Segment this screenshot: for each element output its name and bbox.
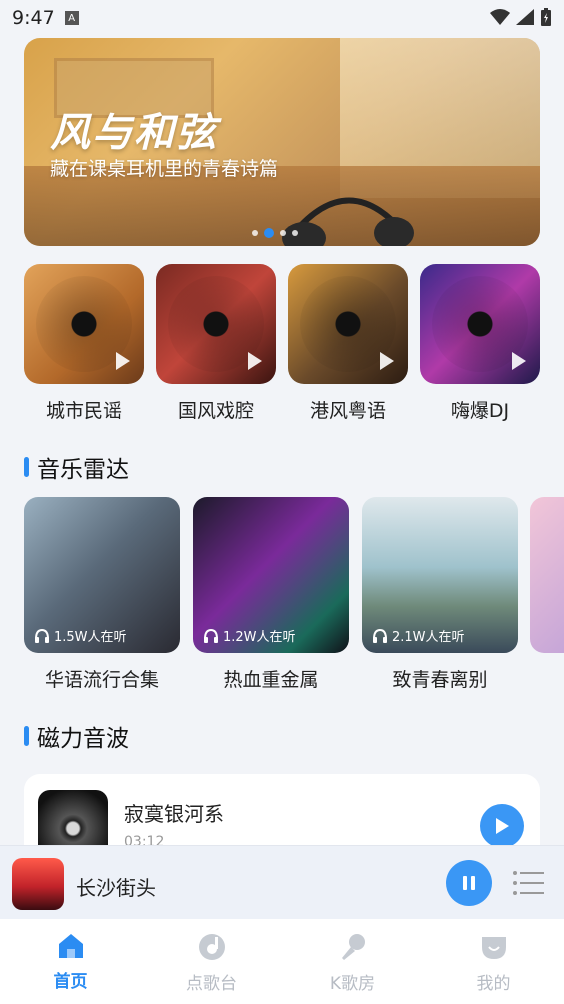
profile-icon — [481, 937, 506, 959]
play-icon — [116, 352, 130, 370]
category-dj[interactable]: 嗨爆DJ — [420, 264, 540, 423]
status-icons — [490, 8, 552, 26]
banner-dot[interactable] — [280, 230, 286, 236]
radar-card-mandopop[interactable]: 1.5W人在听 华语流行合集 — [24, 497, 180, 692]
category-label: 国风戏腔 — [177, 400, 254, 422]
wifi-icon — [490, 9, 510, 25]
section-title: 磁力音波 — [37, 726, 129, 752]
battery-icon — [541, 8, 551, 26]
nav-label: 首页 — [53, 972, 88, 992]
category-cover — [24, 264, 144, 384]
radar-card-youth[interactable]: 2.1W人在听 致青春离别 — [362, 497, 518, 692]
now-playing-cover — [12, 858, 64, 910]
nav-label: 我的 — [476, 974, 511, 994]
play-icon — [496, 818, 509, 834]
hero-banner[interactable]: 风与和弦 藏在课桌耳机里的青春诗篇 — [24, 38, 540, 246]
signal-icon — [516, 9, 534, 25]
category-label: 嗨爆DJ — [450, 400, 510, 422]
app-notification-icon: A — [64, 11, 79, 25]
section-title: 音乐雷达 — [37, 457, 129, 483]
category-cantonese[interactable]: 港风粤语 — [288, 264, 408, 423]
category-cover — [288, 264, 408, 384]
playlist-icon — [513, 871, 544, 895]
listener-count: 1.5W人在听 — [34, 626, 127, 645]
radar-cover: 2.1W人在听 — [362, 497, 518, 653]
listener-count: 2.1W人在听 — [372, 626, 465, 645]
radar-cover: 1.5W人在听 — [24, 497, 180, 653]
radar-cover: 1.2W人在听 — [193, 497, 349, 653]
category-cover — [156, 264, 276, 384]
listener-count-text: 1.2W人在听 — [223, 630, 296, 645]
banner-dot[interactable] — [252, 230, 258, 236]
bottom-nav: 首页 点歌台 K歌房 我的 — [0, 919, 564, 1004]
pause-button[interactable] — [446, 860, 492, 906]
section-header-magnetic: 磁力音波 — [24, 719, 129, 753]
nav-mine[interactable]: 我的 — [423, 919, 564, 1004]
category-label: 港风粤语 — [309, 400, 386, 422]
section-accent-bar — [24, 726, 29, 746]
category-label: 城市民谣 — [45, 400, 122, 422]
listener-count: 1.2W人在听 — [203, 626, 296, 645]
mini-player[interactable]: 长沙街头 — [0, 845, 564, 919]
status-time: 9:47 — [12, 7, 55, 29]
radar-label: 热血重金属 — [223, 669, 319, 691]
nav-label: 点歌台 — [186, 974, 237, 994]
radar-card-metal[interactable]: 1.2W人在听 热血重金属 — [193, 497, 349, 692]
banner-title: 风与和弦 — [50, 110, 218, 156]
category-cover — [420, 264, 540, 384]
listener-count-text: 2.1W人在听 — [392, 630, 465, 645]
status-bar: 9:47 A — [0, 0, 564, 36]
banner-pagination[interactable] — [252, 228, 298, 238]
headphones-icon — [35, 628, 49, 643]
home-icon — [58, 934, 83, 958]
radar-label: 致青春离别 — [392, 669, 488, 691]
pause-icon — [463, 876, 475, 890]
play-icon — [380, 352, 394, 370]
now-playing-title: 长沙街头 — [76, 876, 156, 900]
banner-dot-active[interactable] — [264, 228, 274, 238]
nav-song-station[interactable]: 点歌台 — [141, 919, 282, 1004]
category-opera[interactable]: 国风戏腔 — [156, 264, 276, 423]
section-header-radar: 音乐雷达 — [24, 450, 129, 484]
banner-subtitle: 藏在课桌耳机里的青春诗篇 — [50, 158, 279, 180]
disc-icon — [198, 934, 225, 960]
headphones-icon — [204, 628, 218, 643]
radar-label: 华语流行合集 — [44, 669, 159, 691]
listener-count-text: 1.5W人在听 — [54, 630, 127, 645]
category-city-folk[interactable]: 城市民谣 — [24, 264, 144, 423]
playlist-button[interactable] — [512, 870, 544, 900]
microphone-icon — [341, 934, 365, 960]
section-accent-bar — [24, 457, 29, 477]
track-title: 寂寞银河系 — [124, 802, 224, 826]
nav-home[interactable]: 首页 — [0, 919, 141, 1004]
nav-k-room[interactable]: K歌房 — [282, 919, 423, 1004]
banner-dot[interactable] — [292, 230, 298, 236]
track-play-button[interactable] — [480, 804, 524, 848]
nav-label: K歌房 — [329, 974, 376, 994]
radar-card-partial[interactable] — [530, 497, 564, 653]
headphones-icon — [373, 628, 387, 643]
play-icon — [512, 352, 526, 370]
play-icon — [248, 352, 262, 370]
